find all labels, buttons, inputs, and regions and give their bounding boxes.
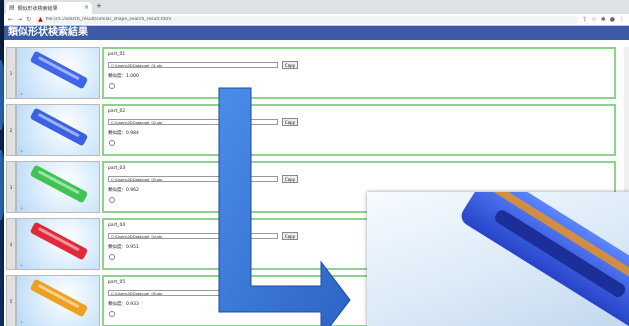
tab-title: 類似形状検索結果 (17, 5, 58, 12)
copy-button[interactable]: Copy (282, 232, 298, 240)
row-index: 5 (6, 275, 16, 326)
radio-circle-icon[interactable] (109, 254, 115, 260)
radio-circle-icon[interactable] (109, 197, 115, 203)
file-path-field[interactable] (108, 176, 278, 182)
enlarged-part-preview (367, 192, 629, 326)
similarity-score: 類似度：0.962 (108, 188, 139, 193)
similarity-score: 類似度：0.984 (108, 131, 139, 136)
close-icon[interactable]: × (84, 5, 89, 11)
part-name: part_02 (108, 109, 126, 114)
part-shape (29, 278, 89, 318)
axis-icon: ⊥ (20, 148, 24, 153)
part-thumbnail[interactable]: ⊥ (16, 161, 100, 213)
copy-button[interactable]: Copy (282, 175, 298, 183)
background-stage: ▤ 類似形状検索結果 × + ← → ↻ ▲ file:///C:/search… (0, 0, 629, 326)
part-thumbnail[interactable]: ⊥ (16, 47, 100, 99)
row-index: 3 (6, 161, 16, 213)
profile-icon[interactable]: ● (610, 16, 615, 23)
similarity-score: 類似度：0.933 (108, 302, 139, 307)
part-thumbnail[interactable]: ⊥ (16, 104, 100, 156)
axis-icon: ⊥ (20, 91, 24, 96)
part-thumbnail[interactable]: ⊥ (16, 275, 100, 326)
result-details: part_01 Copy 類似度：1.000 (102, 47, 616, 99)
file-path-field[interactable] (108, 290, 278, 296)
row-index: 4 (6, 218, 16, 270)
copy-button[interactable]: Copy (282, 61, 298, 69)
row-index: 1 (6, 47, 16, 99)
part-shape (29, 164, 89, 204)
extensions-icon[interactable]: ✱ (601, 16, 606, 23)
copy-button[interactable]: Copy (282, 118, 298, 126)
similarity-score: 類似度：1.000 (108, 74, 139, 79)
back-icon[interactable]: ← (8, 16, 13, 23)
forward-icon[interactable]: → (17, 16, 22, 23)
star-icon[interactable]: ☆ (591, 16, 596, 23)
share-icon[interactable]: ⇪ (582, 16, 587, 23)
radio-circle-icon[interactable] (109, 311, 115, 317)
result-details: part_02 Copy 類似度：0.984 (102, 104, 616, 156)
page-icon: ▤ (9, 4, 15, 11)
menu-icon[interactable]: ⋮ (619, 16, 625, 23)
table-row: 2 ⊥ part_02 Copy 類似度：0.984 (6, 104, 616, 156)
file-path-field[interactable] (108, 62, 278, 68)
address-bar[interactable]: ▲ file:///C:/search_result/similar_shape… (35, 15, 579, 24)
table-row: 1 ⊥ part_01 Copy 類似度：1.000 (6, 47, 616, 99)
part-shape (29, 107, 89, 147)
reload-icon[interactable]: ↻ (26, 16, 31, 23)
axis-icon: ⊥ (20, 319, 24, 324)
part-shape (29, 221, 89, 261)
part-name: part_04 (108, 223, 126, 228)
part-name: part_01 (108, 52, 126, 57)
file-path-field[interactable] (108, 119, 278, 125)
tab-bar: ▤ 類似形状検索結果 × + (4, 0, 629, 14)
address-text: file:///C:/search_result/similar_shape_s… (45, 17, 172, 22)
row-index: 2 (6, 104, 16, 156)
part-name: part_05 (108, 280, 126, 285)
warning-icon: ▲ (38, 16, 43, 23)
part-name: part_03 (108, 166, 126, 171)
radio-circle-icon[interactable] (109, 83, 115, 89)
part-shape (29, 50, 89, 90)
radio-circle-icon[interactable] (109, 140, 115, 146)
similarity-score: 類似度：0.951 (108, 245, 139, 250)
browser-tab[interactable]: ▤ 類似形状検索結果 × (6, 2, 92, 14)
copy-button[interactable]: Copy (282, 289, 298, 297)
file-path-field[interactable] (108, 233, 278, 239)
part-thumbnail[interactable]: ⊥ (16, 218, 100, 270)
axis-icon: ⊥ (20, 262, 24, 267)
part-3d-model (457, 192, 629, 326)
axis-icon: ⊥ (20, 205, 24, 210)
page-title: 類似形状検索結果 (4, 26, 629, 40)
address-row: ← → ↻ ▲ file:///C:/search_result/similar… (4, 14, 629, 26)
new-tab-button[interactable]: + (96, 2, 102, 10)
